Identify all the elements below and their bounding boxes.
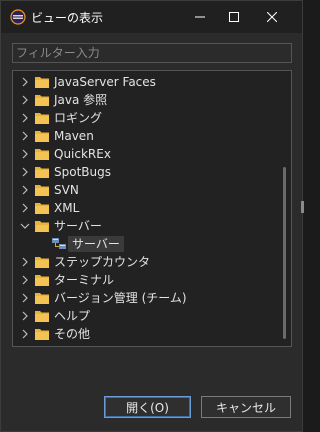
chevron-right-icon[interactable] [20, 203, 30, 213]
folder-icon [35, 167, 49, 178]
folder-icon [35, 77, 49, 88]
tree-item-label: その他 [54, 327, 91, 341]
minimize-icon [195, 16, 205, 18]
chevron-down-icon[interactable] [20, 221, 30, 231]
folder-icon [35, 275, 49, 286]
close-icon [267, 12, 277, 22]
tree-item-label: Maven [54, 129, 94, 143]
servers-view-icon [52, 238, 66, 249]
chevron-right-icon[interactable] [20, 329, 30, 339]
folder-icon [35, 311, 49, 322]
tree-child-item[interactable]: サーバー [13, 235, 277, 253]
close-button[interactable] [255, 1, 289, 33]
show-view-dialog: ビューの表示 フィルター入力 JavaServer Faces Java 参照 … [0, 0, 304, 432]
chevron-right-icon[interactable] [20, 293, 30, 303]
window-title: ビューの表示 [31, 11, 104, 25]
folder-icon [35, 113, 49, 124]
chevron-right-icon[interactable] [20, 185, 30, 195]
chevron-right-icon[interactable] [20, 113, 30, 123]
folder-icon [35, 329, 49, 340]
chevron-right-icon[interactable] [20, 77, 30, 87]
resize-edge [301, 201, 304, 213]
tree-item-label: QuickREx [54, 147, 111, 161]
tree-item[interactable]: ステップカウンタ [13, 253, 277, 271]
tree-item[interactable]: QuickREx [13, 145, 277, 163]
chevron-right-icon[interactable] [20, 131, 30, 141]
tree-item-expanded[interactable]: サーバー [13, 217, 277, 235]
folder-icon [35, 149, 49, 160]
tree-item-label: XML [54, 201, 80, 215]
chevron-right-icon[interactable] [20, 149, 30, 159]
folder-icon [35, 257, 49, 268]
tree-item-label: SpotBugs [54, 165, 111, 179]
tree-item[interactable]: その他 [13, 325, 277, 343]
tree-item[interactable]: XML [13, 199, 277, 217]
tree-item-label: ステップカウンタ [54, 255, 151, 269]
title-bar: ビューの表示 [1, 1, 302, 33]
chevron-right-icon[interactable] [20, 275, 30, 285]
tree-item[interactable]: Java 参照 [13, 91, 277, 109]
view-tree[interactable]: JavaServer Faces Java 参照 ロギング Maven Quic… [12, 70, 292, 347]
tree-item-label: Java 参照 [54, 93, 108, 107]
minimize-button[interactable] [183, 1, 217, 33]
filter-input[interactable]: フィルター入力 [12, 43, 292, 63]
folder-icon [35, 95, 49, 106]
tree-item-label: JavaServer Faces [54, 75, 156, 89]
folder-icon [35, 185, 49, 196]
folder-icon [35, 203, 49, 214]
chevron-right-icon[interactable] [20, 167, 30, 177]
tree-item[interactable]: ターミナル [13, 271, 277, 289]
tree-item[interactable]: JavaServer Faces [13, 73, 277, 91]
folder-icon [35, 131, 49, 142]
tree-item[interactable]: Maven [13, 127, 277, 145]
tree-item-label: ロギング [54, 111, 103, 125]
tree-item[interactable]: ロギング [13, 109, 277, 127]
cancel-button[interactable]: キャンセル [201, 396, 291, 418]
chevron-right-icon[interactable] [20, 311, 30, 321]
tree-item[interactable]: SVN [13, 181, 277, 199]
tree-item-label: SVN [54, 183, 79, 197]
chevron-right-icon[interactable] [20, 95, 30, 105]
eclipse-icon [10, 9, 26, 25]
maximize-button[interactable] [217, 1, 251, 33]
vertical-scrollbar[interactable] [283, 167, 286, 339]
tree-item-label: バージョン管理 (チーム) [54, 291, 187, 305]
maximize-icon [229, 12, 239, 22]
tree-item[interactable]: SpotBugs [13, 163, 277, 181]
tree-child-label: サーバー [68, 236, 124, 252]
open-button[interactable]: 開く(O) [104, 396, 191, 418]
tree-item[interactable]: ヘルプ [13, 307, 277, 325]
tree-item-label: ターミナル [54, 273, 115, 287]
folder-open-icon [35, 221, 49, 232]
chevron-right-icon[interactable] [20, 257, 30, 267]
folder-icon [35, 293, 49, 304]
tree-item-label: ヘルプ [54, 309, 91, 323]
tree-item-label: サーバー [54, 219, 102, 233]
tree-item[interactable]: バージョン管理 (チーム) [13, 289, 277, 307]
